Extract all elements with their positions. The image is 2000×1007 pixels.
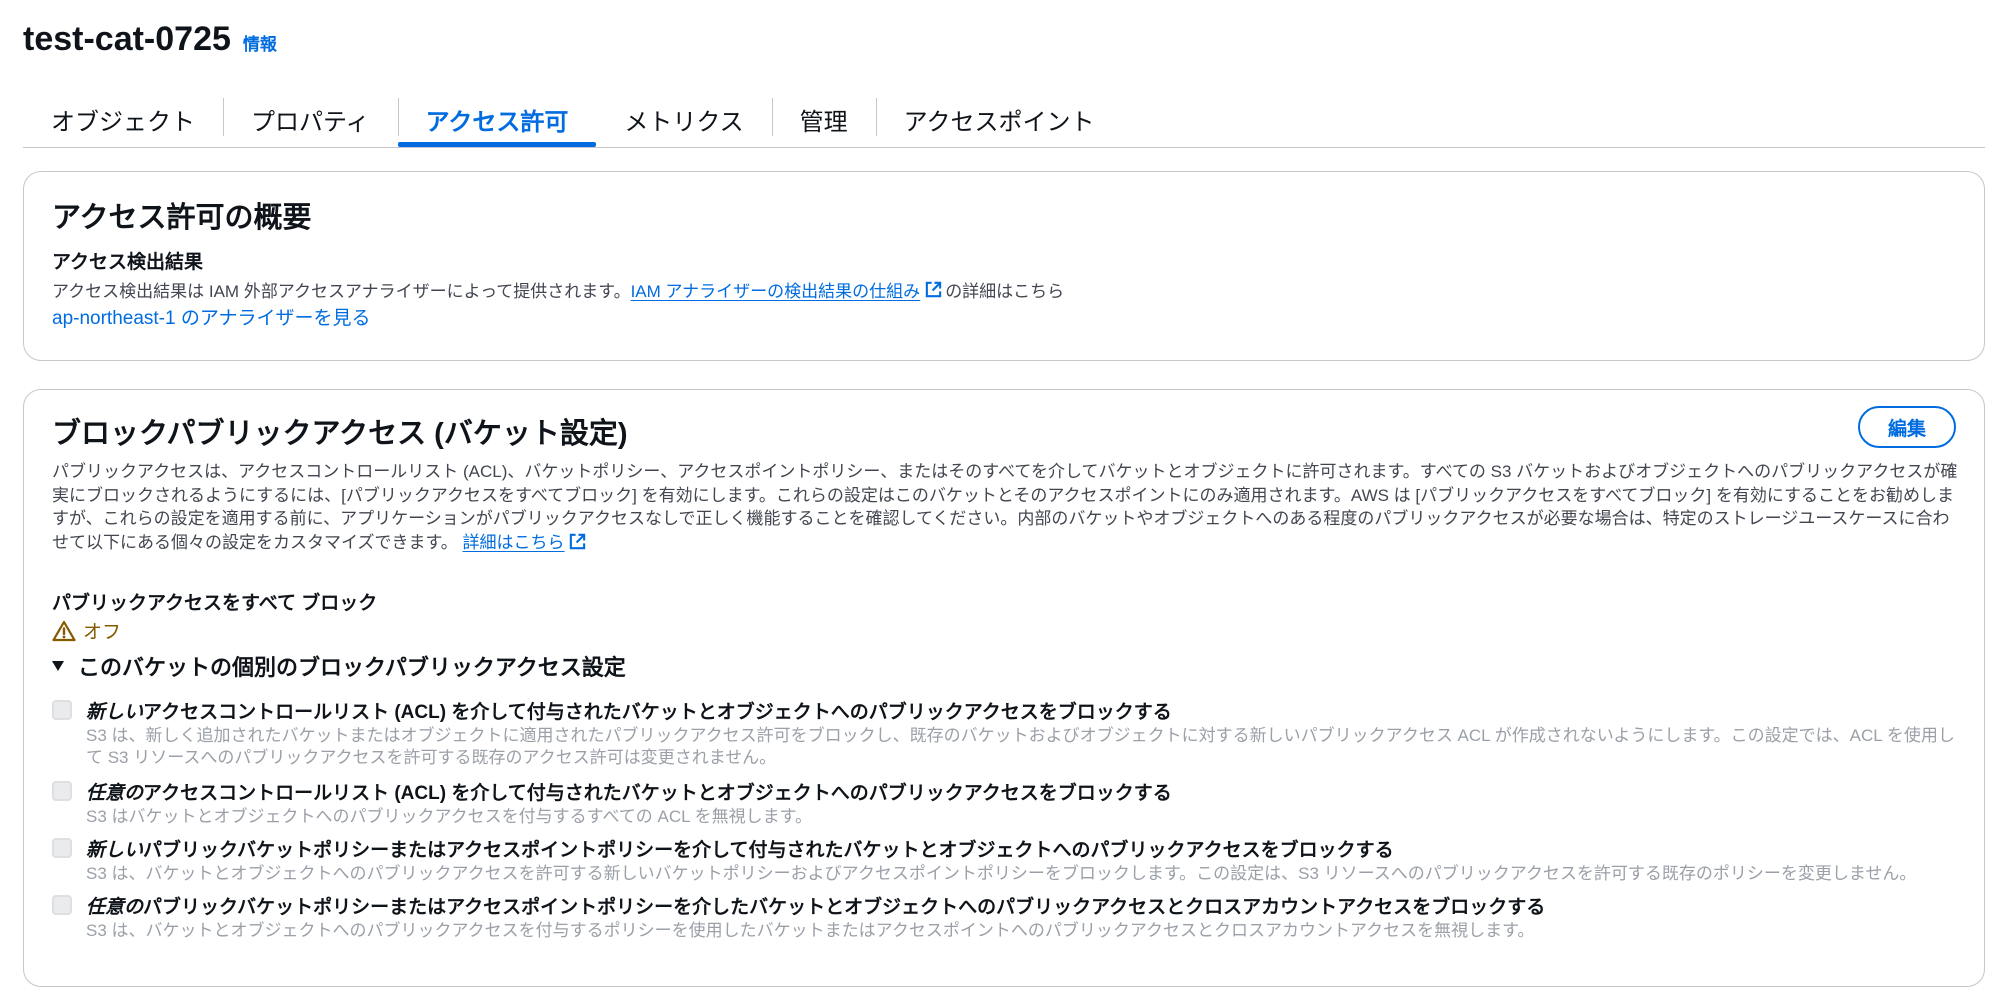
setting-label: 新しいパブリックバケットポリシーまたはアクセスポイントポリシーを介して付与された…: [86, 835, 1394, 862]
tab-management[interactable]: 管理: [771, 92, 876, 146]
page: test-cat-0725 情報 オブジェクト プロパティ アクセス許可 メトリ…: [0, 0, 2000, 1007]
setting-description: S3 は、新しく追加されたバケットまたはオブジェクトに適用されたパブリックアクセ…: [86, 726, 1955, 767]
tab-properties[interactable]: プロパティ: [223, 92, 398, 146]
setting-label-text: アクセスコントロールリスト (ACL) を介して付与されたバケットとオブジェクト…: [143, 783, 1172, 804]
block-public-access-description: パブリックアクセスは、アクセスコントロールリスト (ACL)、バケットポリシー、…: [52, 460, 1962, 554]
tab-access-points[interactable]: アクセスポイント: [875, 92, 1123, 146]
checkbox-new-policy[interactable]: [52, 838, 72, 858]
view-analyzer-link[interactable]: ap-northeast-1 のアナライザーを見る: [52, 303, 370, 330]
checkbox-any-policy[interactable]: [52, 895, 72, 915]
overview-title: アクセス許可の概要: [52, 202, 312, 234]
warning-icon: [52, 620, 76, 641]
permissions-overview-panel: アクセス許可の概要 アクセス検出結果 アクセス検出結果は IAM 外部アクセスア…: [23, 171, 1985, 361]
tab-permissions[interactable]: アクセス許可: [397, 92, 597, 147]
caret-down-icon: [52, 661, 64, 671]
findings-desc-suffix: の詳細はこちら: [945, 282, 1065, 301]
page-title: test-cat-0725: [23, 20, 231, 58]
setting-label-text: パブリックバケットポリシーまたはアクセスポイントポリシーを介したバケットとオブジ…: [143, 897, 1546, 918]
edit-button[interactable]: 編集: [1858, 406, 1956, 448]
setting-emphasis: 任意の: [86, 783, 144, 804]
block-public-access-panel: ブロックパブリックアクセス (バケット設定) 編集 パブリックアクセスは、アクセ…: [23, 389, 1985, 987]
block-public-access-desc-text: パブリックアクセスは、アクセスコントロールリスト (ACL)、バケットポリシー、…: [52, 462, 1958, 552]
access-findings-description: アクセス検出結果は IAM 外部アクセスアナライザーによって提供されます。 IA…: [52, 277, 1064, 302]
block-all-public-access-label: パブリックアクセスをすべて ブロック: [52, 593, 378, 614]
access-findings-heading: アクセス検出結果: [52, 252, 204, 273]
status-indicator: オフ: [52, 617, 121, 644]
setting-emphasis: 新しい: [86, 702, 144, 723]
status-text: オフ: [83, 622, 122, 643]
tab-bar: オブジェクト プロパティ アクセス許可 メトリクス 管理 アクセスポイント: [23, 92, 1985, 148]
setting-label-text: パブリックバケットポリシーまたはアクセスポイントポリシーを介して付与されたバケッ…: [143, 840, 1394, 861]
info-link[interactable]: 情報: [243, 30, 277, 55]
individual-settings-expander[interactable]: このバケットの個別のブロックパブリックアクセス設定: [52, 650, 626, 682]
iam-analyzer-link[interactable]: IAM アナライザーの検出結果の仕組み: [631, 277, 921, 302]
page-header: test-cat-0725 情報: [23, 20, 277, 59]
tab-objects[interactable]: オブジェクト: [23, 92, 223, 146]
setting-emphasis: 任意の: [86, 897, 144, 918]
external-link-icon[interactable]: [568, 532, 587, 551]
findings-desc-prefix: アクセス検出結果は IAM 外部アクセスアナライザーによって提供されます。: [52, 282, 631, 301]
external-link-icon[interactable]: [924, 280, 943, 299]
setting-description: S3 は、バケットとオブジェクトへのパブリックアクセスを許可する新しいバケットポ…: [86, 864, 1917, 883]
setting-label: 任意のパブリックバケットポリシーまたはアクセスポイントポリシーを介したバケットと…: [86, 892, 1545, 919]
block-public-access-title: ブロックパブリックアクセス (バケット設定): [52, 418, 628, 450]
setting-label: 任意のアクセスコントロールリスト (ACL) を介して付与されたバケットとオブジ…: [86, 778, 1172, 805]
learn-more-link[interactable]: 詳細はこちら: [463, 533, 565, 552]
expander-label: このバケットの個別のブロックパブリックアクセス設定: [78, 655, 626, 680]
setting-description: S3 はバケットとオブジェクトへのパブリックアクセスを付与するすべての ACL …: [86, 807, 812, 826]
checkbox-new-acl[interactable]: [52, 700, 72, 720]
tab-metrics[interactable]: メトリクス: [596, 92, 771, 146]
setting-label: 新しいアクセスコントロールリスト (ACL) を介して付与されたバケットとオブジ…: [86, 697, 1172, 724]
setting-label-text: アクセスコントロールリスト (ACL) を介して付与されたバケットとオブジェクト…: [143, 702, 1172, 723]
checkbox-any-acl[interactable]: [52, 781, 72, 801]
setting-emphasis: 新しい: [86, 840, 144, 861]
setting-description: S3 は、バケットとオブジェクトへのパブリックアクセスを付与するポリシーを使用し…: [86, 921, 1535, 940]
